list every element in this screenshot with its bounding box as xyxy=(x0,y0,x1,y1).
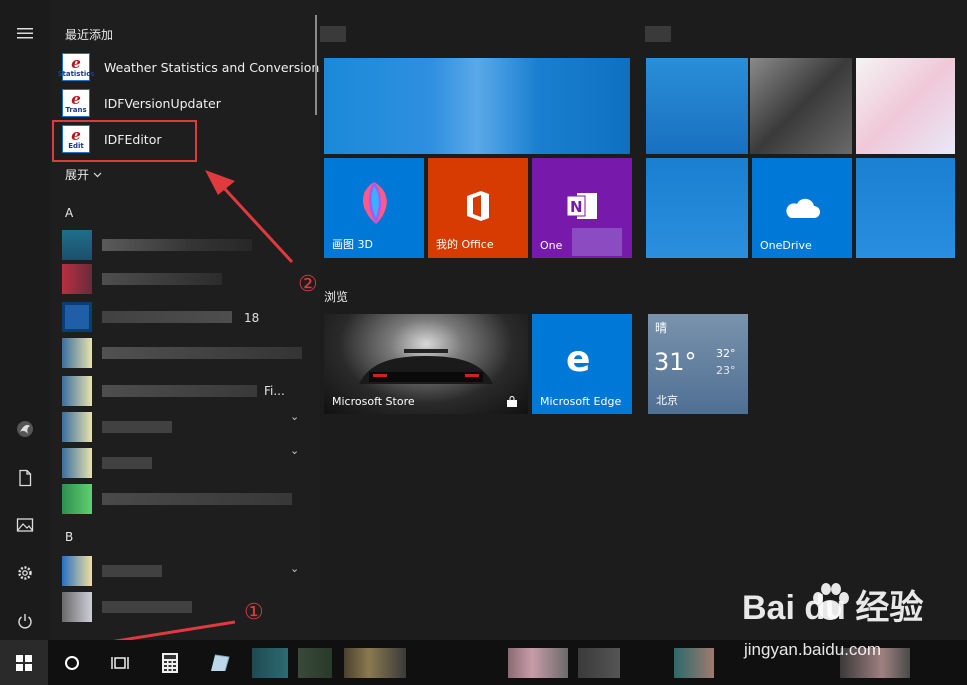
taskbar-blurred-icon[interactable] xyxy=(674,648,714,678)
taskbar-blurred-icon[interactable] xyxy=(252,648,288,678)
annotation-step-2: ② xyxy=(298,272,318,297)
taskbar-blurred-icon[interactable] xyxy=(508,648,568,678)
task-view-icon xyxy=(111,656,129,669)
baidu-paw-icon xyxy=(813,583,849,620)
baidu-watermark: Bai du 经验 jingyan.baidu.com xyxy=(742,580,967,680)
arrow-to-idfeditor xyxy=(222,186,294,264)
taskbar-blurred-icon[interactable] xyxy=(298,648,332,678)
calculator-icon xyxy=(162,652,178,673)
windows-start-icon xyxy=(16,654,32,671)
task-view-button[interactable] xyxy=(96,640,144,685)
cortana-button[interactable] xyxy=(48,640,96,685)
start-button[interactable] xyxy=(0,640,48,685)
calculator-taskbar-button[interactable] xyxy=(146,640,194,685)
taskbar-blurred-icon[interactable] xyxy=(344,648,406,678)
taskbar-blurred-icon[interactable] xyxy=(578,648,620,678)
app-taskbar-button[interactable] xyxy=(196,640,244,685)
annotation-step-1: ① xyxy=(244,600,264,625)
pinned-app-icon xyxy=(211,654,230,671)
watermark-url: jingyan.baidu.com xyxy=(744,640,882,659)
cortana-search-icon xyxy=(65,655,79,670)
